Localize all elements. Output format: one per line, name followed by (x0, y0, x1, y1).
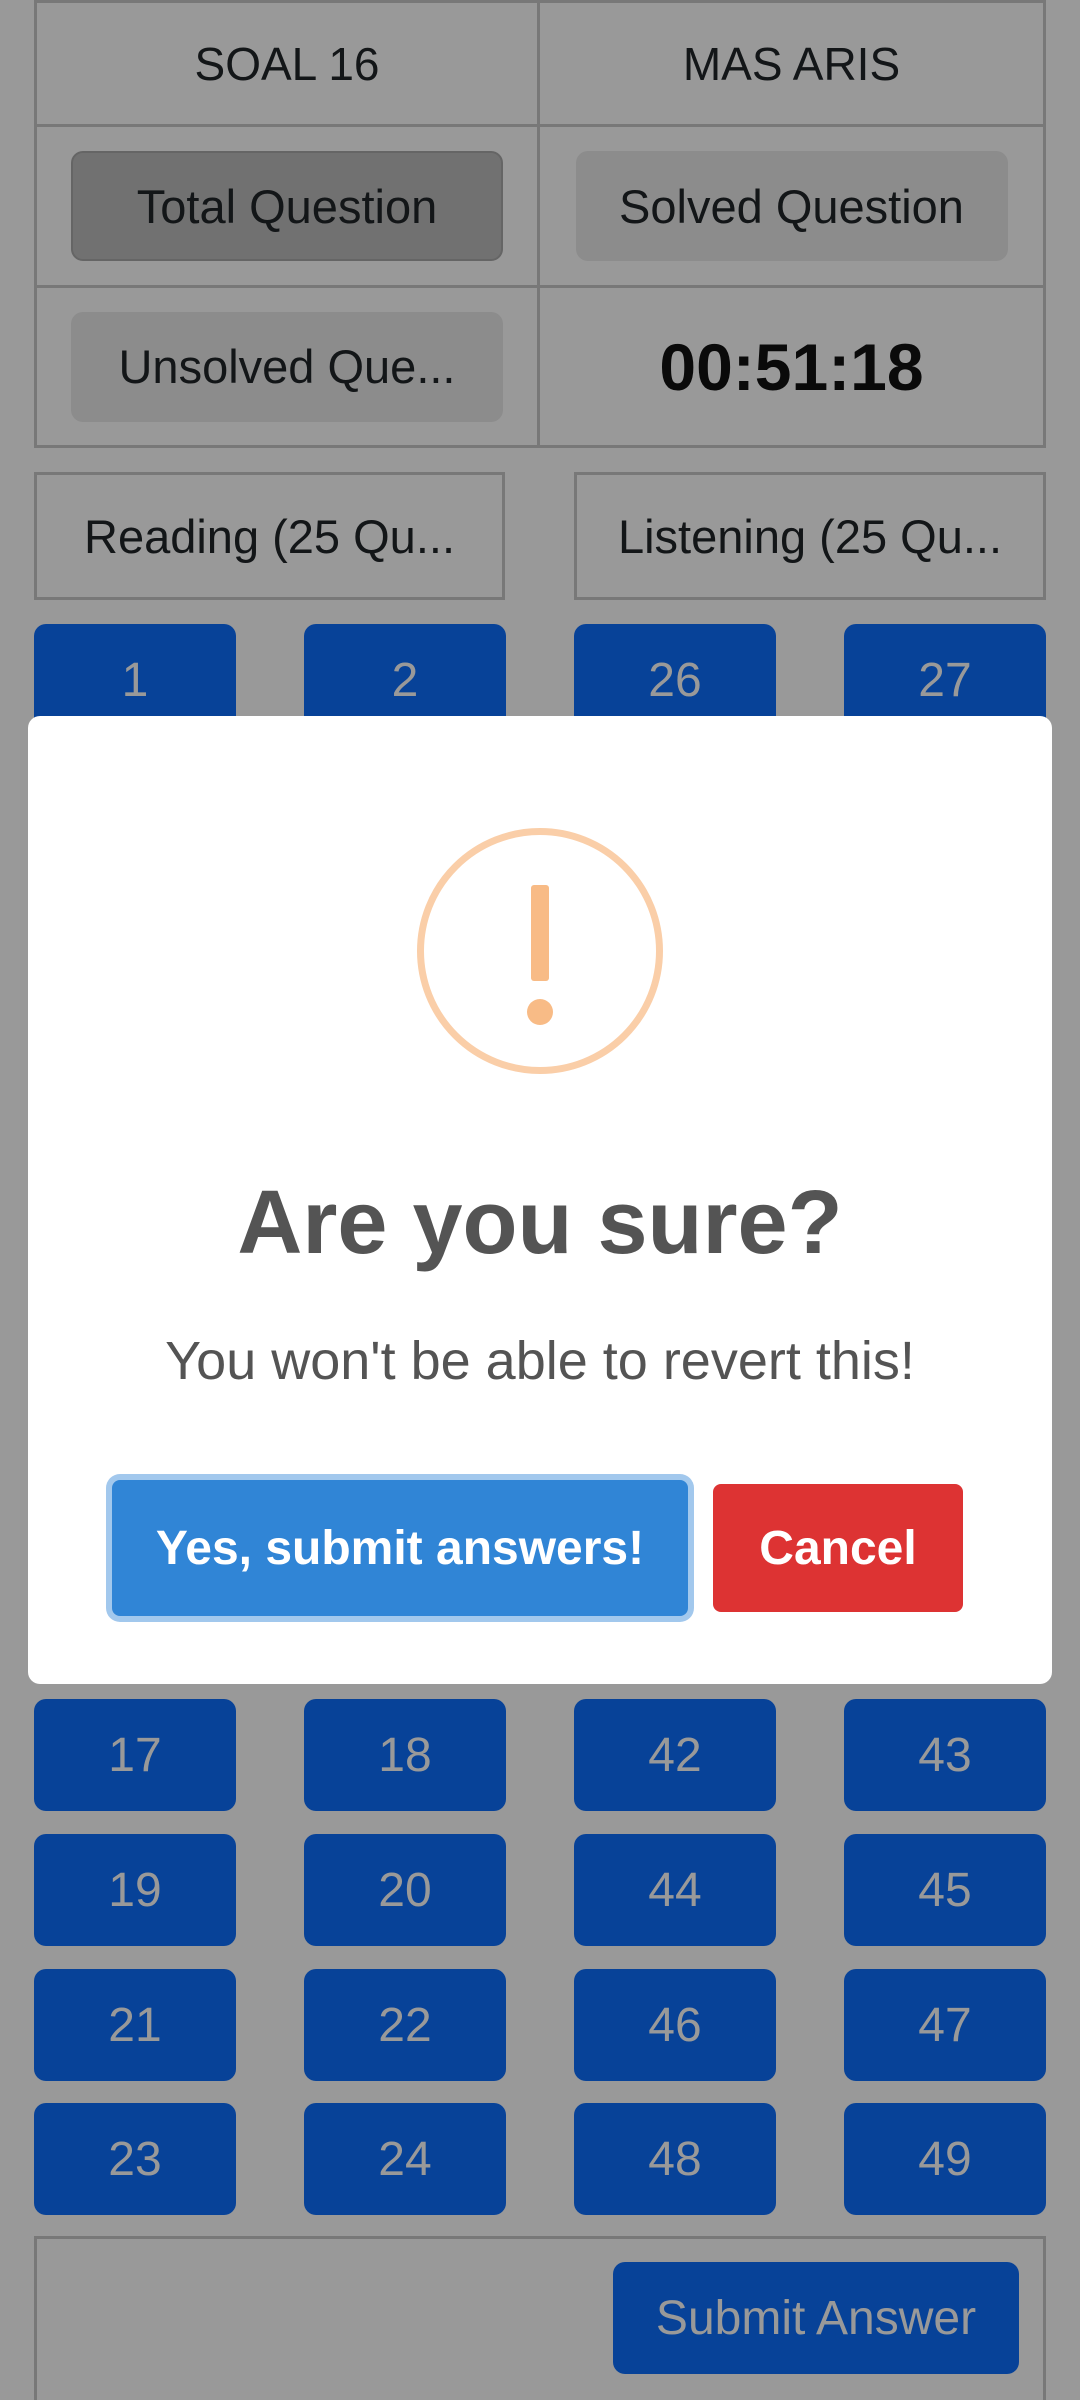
exam-page: SOAL 16 MAS ARIS Total Question Solved Q… (0, 0, 1080, 2400)
cancel-button[interactable]: Cancel (713, 1484, 963, 1612)
dialog-title: Are you sure? (237, 1173, 843, 1273)
warning-icon-bar (531, 885, 549, 981)
confirm-dialog: Are you sure? You won't be able to rever… (28, 716, 1052, 1684)
warning-icon-dot (527, 999, 553, 1025)
dialog-message: You won't be able to revert this! (165, 1331, 915, 1391)
confirm-submit-button[interactable]: Yes, submit answers! (112, 1480, 688, 1616)
warning-icon (417, 828, 663, 1074)
